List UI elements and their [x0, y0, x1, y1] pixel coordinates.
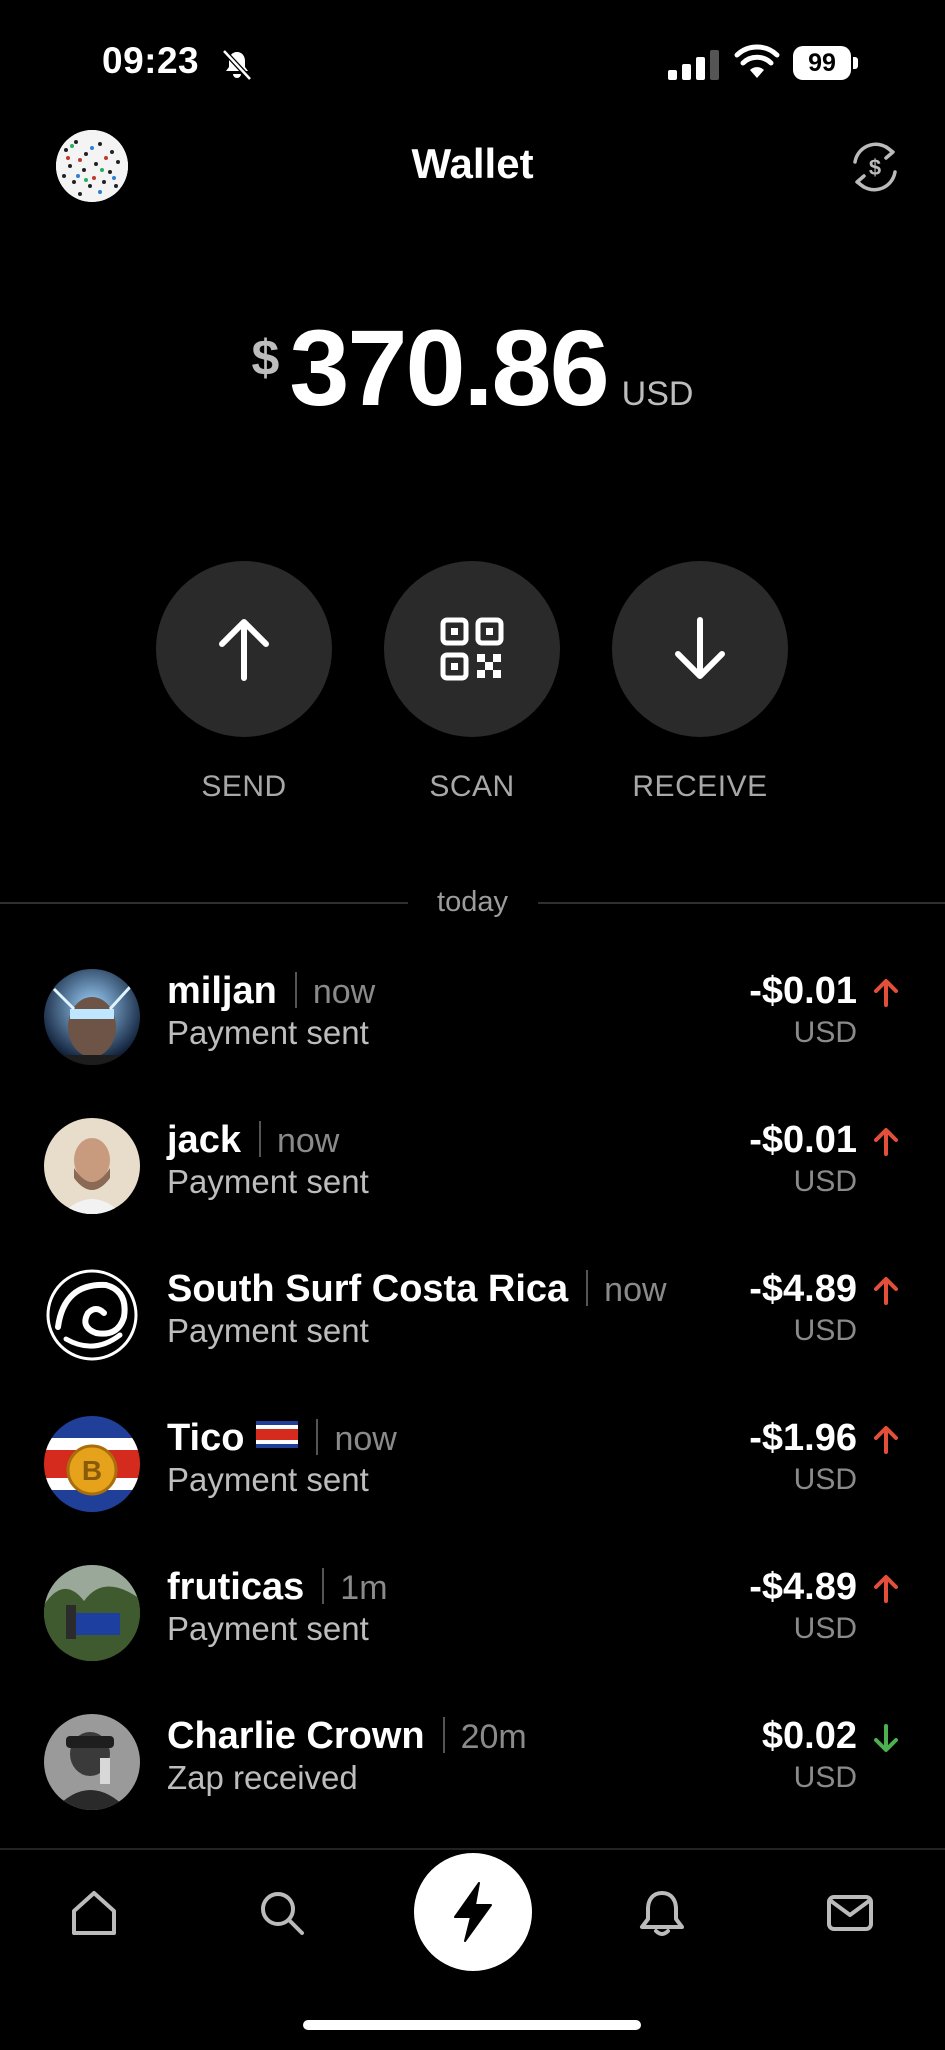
mail-icon[interactable] [824, 1887, 876, 1939]
search-icon[interactable] [256, 1887, 308, 1939]
transaction-unit: USD [793, 1612, 857, 1645]
transaction-amount: -$1.96 [749, 1417, 857, 1459]
send-button[interactable] [156, 561, 332, 737]
svg-text:B: B [82, 1455, 102, 1486]
receive-label: RECEIVE [632, 770, 768, 803]
transaction-time: now [604, 1271, 667, 1309]
contact-name: fruticas [167, 1566, 305, 1608]
contact-name: Charlie Crown [167, 1715, 425, 1757]
battery-level: 99 [793, 46, 851, 80]
transaction-unit: USD [793, 1761, 857, 1794]
avatar [44, 1714, 140, 1810]
transaction-status: Payment sent [167, 1014, 369, 1051]
transaction-row[interactable]: B Tico now Payment sent -$1.96 USD [0, 1395, 945, 1545]
status-time: 09:23 [102, 40, 200, 81]
transaction-time: now [312, 973, 376, 1011]
transaction-time: now [276, 1122, 340, 1160]
signal-icon [668, 50, 719, 80]
transaction-amount: $0.02 [761, 1715, 857, 1757]
silent-bell-icon [222, 49, 252, 81]
sent-arrow-icon [874, 1426, 898, 1454]
transaction-status: Payment sent [167, 1610, 369, 1647]
scan-button[interactable] [384, 561, 560, 737]
avatar: B [44, 1416, 140, 1512]
transaction-time: 1m [340, 1569, 388, 1607]
scan-label: SCAN [429, 770, 515, 803]
transaction-amount: -$0.01 [749, 1119, 857, 1161]
bell-icon[interactable] [636, 1887, 688, 1939]
contact-name: Tico [167, 1417, 245, 1459]
sent-arrow-icon [874, 979, 898, 1007]
received-arrow-icon [874, 1724, 898, 1752]
arrow-down-icon [675, 617, 725, 679]
costa-rica-flag-icon [256, 1421, 299, 1448]
transaction-unit: USD [793, 1016, 857, 1049]
sent-arrow-icon [874, 1128, 898, 1156]
contact-name: jack [167, 1119, 241, 1161]
arrow-up-icon [219, 619, 269, 681]
transaction-row[interactable]: jack now Payment sent -$0.01 USD [0, 1097, 945, 1247]
section-label: today [437, 886, 508, 918]
balance-amount: 370.86 [289, 307, 609, 428]
contact-name: South Surf Costa Rica [167, 1268, 569, 1310]
avatar [44, 969, 140, 1065]
balance-display: $370.86 USD [0, 305, 945, 430]
balance-unit: USD [621, 375, 694, 413]
transaction-time: 20m [460, 1718, 527, 1756]
home-indicator [303, 2020, 641, 2030]
receive-button[interactable] [612, 561, 788, 737]
transaction-amount: -$4.89 [749, 1268, 857, 1310]
transaction-amount: -$0.01 [749, 970, 857, 1012]
qr-code-icon [440, 617, 504, 681]
transaction-row[interactable]: South Surf Costa Rica now Payment sent -$… [0, 1246, 945, 1396]
avatar [44, 1267, 140, 1363]
transaction-unit: USD [793, 1165, 857, 1198]
page-title: Wallet [411, 140, 534, 187]
zap-button[interactable] [414, 1853, 532, 1971]
svg-text:$: $ [869, 155, 881, 180]
battery-indicator: 99 [793, 46, 859, 80]
zap-icon [454, 1882, 492, 1942]
avatar [44, 1565, 140, 1661]
send-label: SEND [201, 770, 287, 803]
transaction-unit: USD [793, 1463, 857, 1496]
transaction-status: Payment sent [167, 1461, 369, 1498]
contact-name: miljan [167, 970, 277, 1012]
home-icon[interactable] [68, 1887, 120, 1939]
transaction-status: Payment sent [167, 1312, 369, 1349]
transaction-status: Payment sent [167, 1163, 369, 1200]
transaction-amount: -$4.89 [749, 1566, 857, 1608]
wifi-icon [734, 44, 780, 78]
sent-arrow-icon [874, 1277, 898, 1305]
currency-switch-icon[interactable]: $ [846, 138, 904, 196]
transaction-status: Zap received [167, 1759, 358, 1796]
transaction-row[interactable]: miljan now Payment sent -$0.01 USD [0, 948, 945, 1098]
transaction-time: now [334, 1420, 397, 1458]
transaction-unit: USD [793, 1314, 857, 1347]
sent-arrow-icon [874, 1575, 898, 1603]
avatar [44, 1118, 140, 1214]
transaction-row[interactable]: Charlie Crown 20m Zap received $0.02 USD [0, 1693, 945, 1843]
balance-currency-symbol: $ [251, 330, 280, 386]
transaction-row[interactable]: fruticas 1m Payment sent -$4.89 USD [0, 1544, 945, 1694]
